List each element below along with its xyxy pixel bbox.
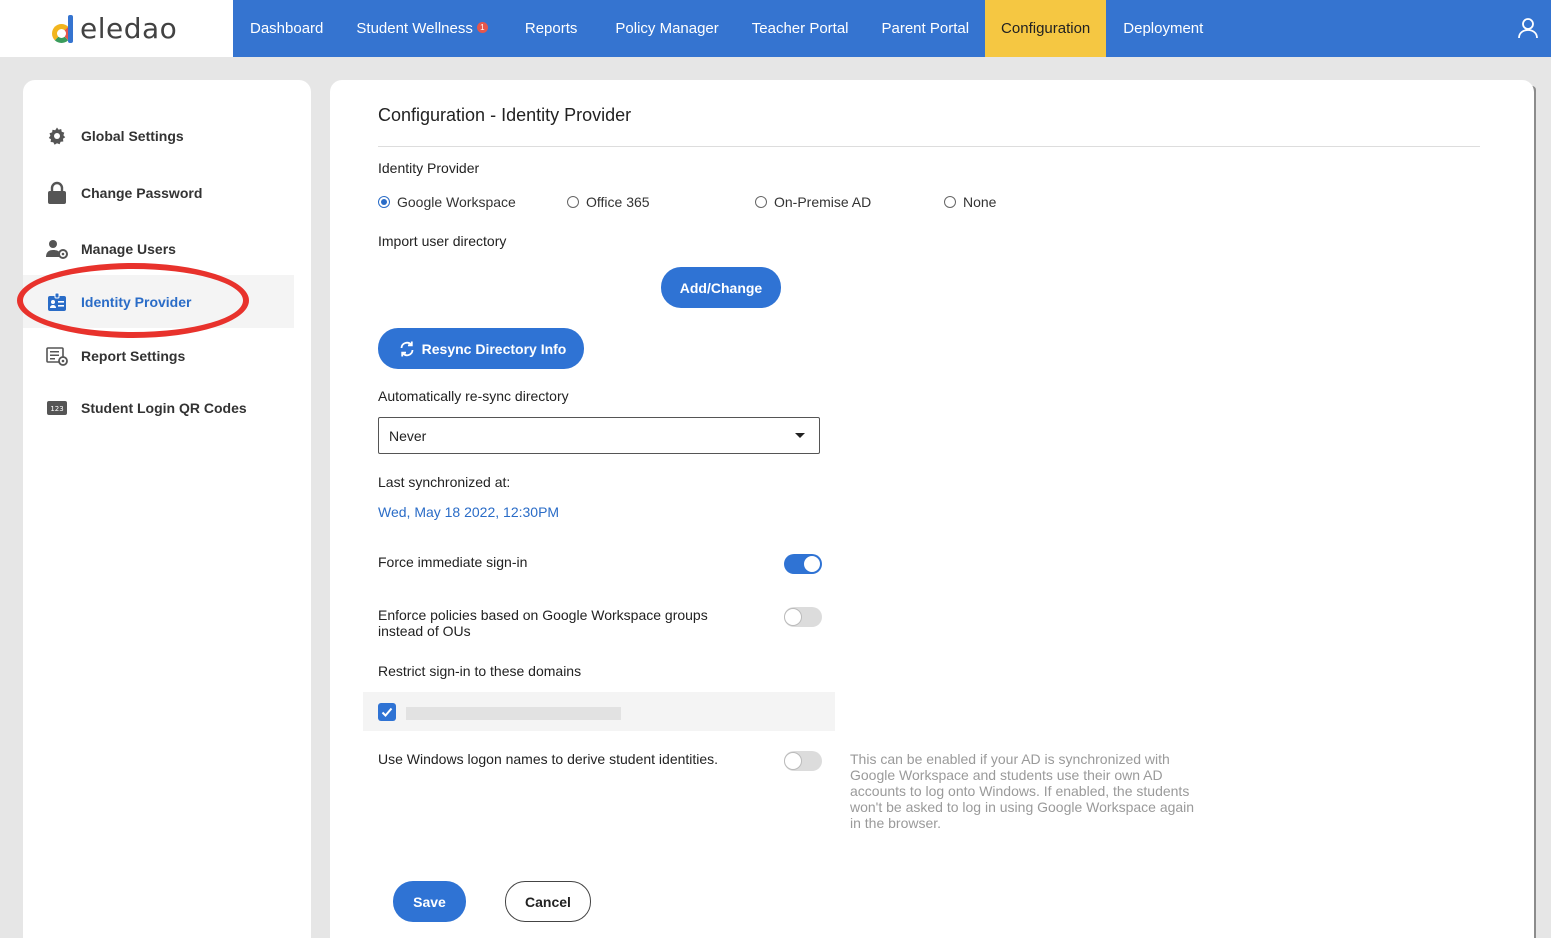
sidebar-item-global-settings[interactable]: Global Settings	[23, 109, 294, 162]
enforce-groups-toggle[interactable]	[784, 607, 822, 627]
sidebar-item-label: Report Settings	[81, 347, 186, 364]
main-nav: Dashboard Student Wellness 1 Reports Poli…	[233, 0, 1219, 57]
radio-dot	[755, 196, 767, 208]
brand-logo[interactable]: eledao	[52, 14, 177, 44]
enforce-groups-label: Enforce policies based on Google Workspa…	[378, 607, 708, 639]
sidebar-item-label: Student Login QR Codes	[81, 399, 247, 416]
nav-label: Student Wellness	[356, 20, 473, 37]
auto-resync-value: Never	[389, 427, 427, 444]
sidebar-item-change-password[interactable]: Change Password	[23, 166, 294, 219]
nav-label: Deployment	[1123, 20, 1204, 37]
settings-sidebar: Global Settings Change Password Manage U…	[23, 80, 311, 938]
toggle-knob	[803, 555, 821, 573]
cancel-button[interactable]: Cancel	[505, 881, 591, 922]
lock-icon	[46, 181, 68, 204]
nav-parent-portal[interactable]: Parent Portal	[866, 0, 986, 57]
nav-label: Parent Portal	[881, 20, 970, 37]
sync-icon	[398, 340, 416, 358]
auto-resync-label: Automatically re-sync directory	[378, 388, 569, 404]
nav-reports[interactable]: Reports	[505, 0, 597, 57]
nav-configuration[interactable]: Configuration	[985, 0, 1107, 57]
windows-logon-help-text: This can be enabled if your AD is synchr…	[850, 751, 1195, 831]
nav-label: Reports	[524, 20, 578, 37]
radio-label: Google Workspace	[397, 194, 516, 210]
top-navigation-bar: eledao Dashboard Student Wellness 1 Repor…	[0, 0, 1551, 57]
report-settings-icon	[46, 345, 68, 367]
check-icon	[381, 707, 393, 717]
last-sync-value: Wed, May 18 2022, 12:30PM	[378, 504, 560, 520]
domain-row	[363, 692, 835, 731]
auto-resync-select[interactable]: Never	[378, 417, 820, 454]
logo-area: eledao	[0, 0, 233, 57]
windows-logon-toggle[interactable]	[784, 751, 822, 771]
nav-label: Teacher Portal	[751, 20, 849, 37]
logo-text: eledao	[80, 12, 178, 45]
radio-on-premise-ad[interactable]: On-Premise AD	[755, 194, 871, 210]
user-gear-icon	[46, 238, 68, 260]
force-signin-label: Force immediate sign-in	[378, 554, 528, 570]
radio-label: Office 365	[586, 194, 650, 210]
sidebar-item-label: Change Password	[81, 184, 203, 201]
title-divider	[378, 146, 1480, 147]
radio-office-365[interactable]: Office 365	[567, 194, 650, 210]
radio-dot	[944, 196, 956, 208]
identity-provider-panel: Configuration - Identity Provider Identi…	[330, 80, 1534, 938]
add-change-button[interactable]: Add/Change	[661, 267, 781, 308]
radio-dot-selected	[378, 196, 390, 208]
nav-dashboard[interactable]: Dashboard	[233, 0, 340, 57]
radio-dot	[567, 196, 579, 208]
resync-button-label: Resync Directory Info	[421, 340, 567, 357]
sidebar-item-manage-users[interactable]: Manage Users	[23, 222, 294, 275]
resync-directory-button[interactable]: Resync Directory Info	[378, 328, 584, 369]
nav-teacher-portal[interactable]: Teacher Portal	[735, 0, 866, 57]
gear-icon	[46, 125, 68, 147]
radio-google-workspace[interactable]: Google Workspace	[378, 194, 516, 210]
chevron-down-icon	[795, 433, 805, 438]
notification-badge: 1	[476, 22, 488, 33]
sidebar-item-label: Identity Provider	[81, 293, 192, 310]
qr-codes-icon: 123	[46, 397, 68, 419]
save-button[interactable]: Save	[393, 881, 466, 922]
identity-provider-label: Identity Provider	[378, 160, 480, 176]
force-signin-toggle[interactable]	[784, 554, 822, 574]
nav-student-wellness[interactable]: Student Wellness 1	[340, 0, 504, 57]
page-title: Configuration - Identity Provider	[378, 105, 632, 125]
nav-label: Configuration	[1001, 20, 1091, 37]
id-badge-icon	[46, 291, 68, 313]
sidebar-item-identity-provider[interactable]: Identity Provider	[23, 275, 294, 328]
radio-label: None	[963, 194, 997, 210]
sidebar-item-student-login-qr-codes[interactable]: 123 Student Login QR Codes	[23, 381, 294, 434]
sidebar-item-report-settings[interactable]: Report Settings	[23, 329, 294, 382]
nav-policy-manager[interactable]: Policy Manager	[596, 0, 734, 57]
last-sync-label: Last synchronized at:	[378, 474, 511, 490]
nav-label: Dashboard	[250, 20, 324, 37]
logo-mark-icon	[52, 15, 78, 43]
toggle-knob	[784, 608, 802, 626]
toggle-knob	[784, 752, 802, 770]
radio-label: On-Premise AD	[774, 194, 872, 210]
radio-none[interactable]: None	[944, 194, 996, 210]
windows-logon-label: Use Windows logon names to derive studen…	[378, 751, 719, 767]
svg-text:123: 123	[50, 405, 63, 413]
domain-checkbox[interactable]	[378, 703, 396, 721]
sidebar-item-label: Manage Users	[81, 240, 176, 257]
user-icon[interactable]	[1517, 17, 1539, 39]
import-directory-label: Import user directory	[378, 233, 507, 249]
nav-deployment[interactable]: Deployment	[1106, 0, 1219, 57]
restrict-domains-label: Restrict sign-in to these domains	[378, 663, 582, 679]
domain-value-redacted	[406, 707, 621, 720]
nav-label: Policy Manager	[615, 20, 719, 37]
sidebar-item-label: Global Settings	[81, 127, 184, 144]
